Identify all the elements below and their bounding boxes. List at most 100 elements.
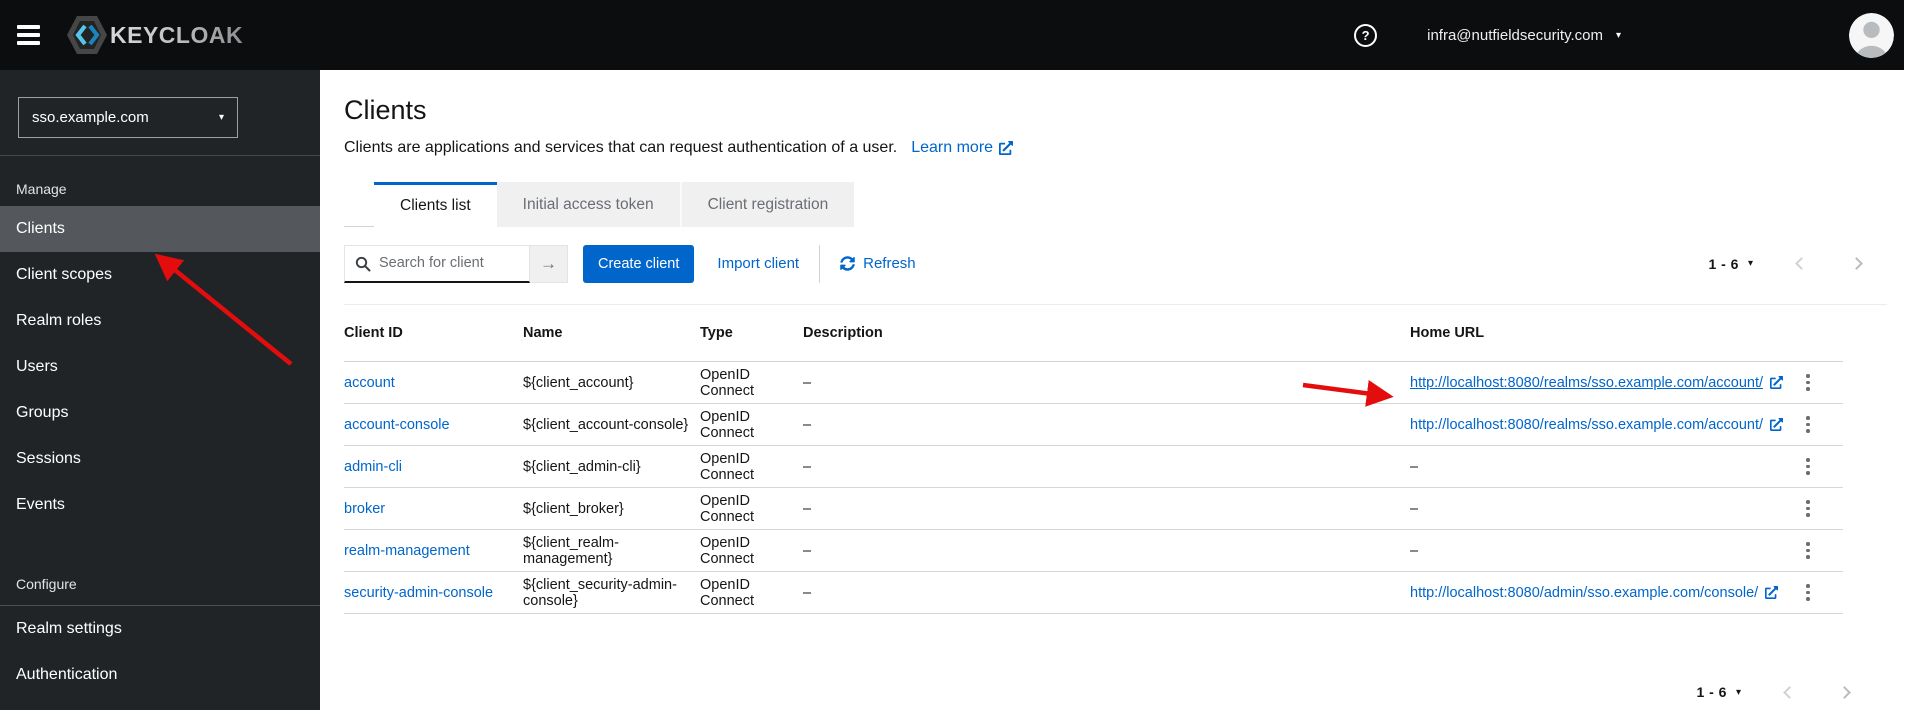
external-link-icon <box>1770 418 1783 431</box>
masthead: KEYCLOAK ? infra@nutfieldsecurity.com ▾ <box>0 0 1904 70</box>
client-description: – <box>803 416 812 433</box>
home-url-empty: – <box>1410 458 1419 475</box>
pagination-range[interactable]: 1 - 6 <box>1696 684 1727 700</box>
realm-selector[interactable]: sso.example.com ▾ <box>18 97 238 138</box>
table-row: security-admin-console ${client_security… <box>344 572 1843 614</box>
nav-group-manage: Manage <box>16 181 67 197</box>
help-glyph: ? <box>1361 27 1370 43</box>
tab-clients-list[interactable]: Clients list <box>374 182 497 227</box>
client-id-link[interactable]: account-console <box>344 417 523 433</box>
previous-page-icon[interactable] <box>1795 257 1808 270</box>
chevron-down-icon: ▾ <box>1615 29 1621 41</box>
learn-more-link[interactable]: Learn more <box>911 139 1013 157</box>
pagination-range[interactable]: 1 - 6 <box>1708 256 1739 272</box>
user-email: infra@nutfieldsecurity.com <box>1427 26 1603 44</box>
external-link-icon <box>1770 376 1783 389</box>
top-pagination: 1 - 6 ▾ <box>1708 256 1863 272</box>
user-menu[interactable]: infra@nutfieldsecurity.com ▾ <box>1427 27 1621 44</box>
sidebar-item-realm-roles[interactable]: Realm roles <box>0 298 320 344</box>
page-description: Clients are applications and services th… <box>344 139 898 156</box>
learn-more-label: Learn more <box>911 139 994 156</box>
client-id-link[interactable]: broker <box>344 501 523 517</box>
tab-bar: Clients list Initial access token Client… <box>344 182 1887 227</box>
home-url-link[interactable]: http://localhost:8080/realms/sso.example… <box>1410 375 1763 391</box>
nav-group-configure: Configure <box>0 528 320 606</box>
client-description: – <box>803 584 812 601</box>
sidebar-item-realm-settings[interactable]: Realm settings <box>0 606 320 652</box>
kebab-menu-icon[interactable] <box>1795 496 1821 522</box>
next-page-icon[interactable] <box>1850 257 1863 270</box>
table-row: account-console ${client_account-console… <box>344 404 1843 446</box>
column-name: Name <box>523 325 563 341</box>
toolbar-divider <box>819 244 821 283</box>
chevron-down-icon[interactable]: ▾ <box>1736 687 1741 698</box>
next-page-icon[interactable] <box>1838 685 1851 699</box>
clients-table: Client ID Name Type Description Home URL… <box>344 305 1843 614</box>
tab-client-registration[interactable]: Client registration <box>679 182 855 227</box>
sidebar-item-events[interactable]: Events <box>0 482 320 528</box>
tab-spacer <box>344 182 374 227</box>
client-description: – <box>803 500 812 517</box>
sidebar-item-sessions[interactable]: Sessions <box>0 436 320 482</box>
create-client-button[interactable]: Create client <box>583 244 695 283</box>
kebab-menu-icon[interactable] <box>1795 538 1821 564</box>
table-row: realm-management ${client_realm-manageme… <box>344 530 1843 572</box>
search-input[interactable] <box>344 244 530 283</box>
client-description: – <box>803 458 812 475</box>
chevron-down-icon: ▾ <box>218 112 224 123</box>
client-id-link[interactable]: admin-cli <box>344 459 523 475</box>
external-link-icon <box>1765 586 1778 599</box>
client-name: ${client_broker} <box>523 500 624 517</box>
client-name: ${client_admin-cli} <box>523 458 641 475</box>
client-id-link[interactable]: security-admin-console <box>344 585 523 601</box>
chevron-down-icon[interactable]: ▾ <box>1748 258 1753 269</box>
client-type: OpenID Connect <box>700 450 755 483</box>
client-name: ${client_security-admin-console} <box>523 576 677 609</box>
sidebar-item-authentication[interactable]: Authentication <box>0 652 320 698</box>
table-header-row: Client ID Name Type Description Home URL <box>344 305 1843 362</box>
client-type: OpenID Connect <box>700 492 755 525</box>
bottom-pagination: 1 - 6 ▾ <box>1696 676 1851 708</box>
client-id-link[interactable]: realm-management <box>344 543 523 559</box>
sidebar-item-users[interactable]: Users <box>0 344 320 390</box>
external-link-icon <box>999 141 1013 155</box>
column-home-url: Home URL <box>1410 325 1485 341</box>
search-submit-button[interactable]: → <box>530 244 568 283</box>
home-url-link[interactable]: http://localhost:8080/realms/sso.example… <box>1410 417 1763 433</box>
help-icon[interactable]: ? <box>1354 23 1378 47</box>
column-client-id: Client ID <box>344 325 403 341</box>
kebab-menu-icon[interactable] <box>1795 370 1821 396</box>
previous-page-icon[interactable] <box>1783 685 1796 699</box>
client-type: OpenID Connect <box>700 366 755 399</box>
client-id-link[interactable]: account <box>344 375 523 391</box>
home-url-empty: – <box>1410 542 1419 559</box>
refresh-label: Refresh <box>863 255 916 272</box>
kebab-menu-icon[interactable] <box>1795 454 1821 480</box>
home-url-link[interactable]: http://localhost:8080/admin/sso.example.… <box>1410 585 1758 601</box>
import-client-link[interactable]: Import client <box>717 255 799 272</box>
page-title: Clients <box>344 95 427 125</box>
arrow-right-icon: → <box>540 253 557 273</box>
brand-wordmark: KEYCLOAK <box>110 21 244 48</box>
avatar[interactable] <box>1849 12 1894 58</box>
sidebar-item-clients[interactable]: Clients <box>0 206 320 252</box>
hamburger-menu-icon[interactable] <box>17 25 40 45</box>
tab-initial-access-token[interactable]: Initial access token <box>496 182 680 227</box>
client-name: ${client_account} <box>523 374 634 391</box>
client-type: OpenID Connect <box>700 576 755 609</box>
client-type: OpenID Connect <box>700 534 755 567</box>
sidebar-item-groups[interactable]: Groups <box>0 390 320 436</box>
table-row: broker ${client_broker} OpenID Connect –… <box>344 488 1843 530</box>
kebab-menu-icon[interactable] <box>1795 412 1821 438</box>
main-content: Clients Clients are applications and ser… <box>320 70 1911 710</box>
client-name: ${client_account-console} <box>523 416 689 433</box>
toolbar: → Create client Import client Refresh 1 … <box>344 244 1887 305</box>
keycloak-hexagon-icon <box>67 16 107 54</box>
keycloak-logo: KEYCLOAK <box>66 13 243 57</box>
sidebar: sso.example.com ▾ Manage Clients Client … <box>0 70 320 710</box>
home-url-empty: – <box>1410 500 1419 517</box>
sidebar-item-client-scopes[interactable]: Client scopes <box>0 252 320 298</box>
kebab-menu-icon[interactable] <box>1795 580 1821 606</box>
refresh-button[interactable]: Refresh <box>840 255 916 272</box>
client-description: – <box>803 542 812 559</box>
